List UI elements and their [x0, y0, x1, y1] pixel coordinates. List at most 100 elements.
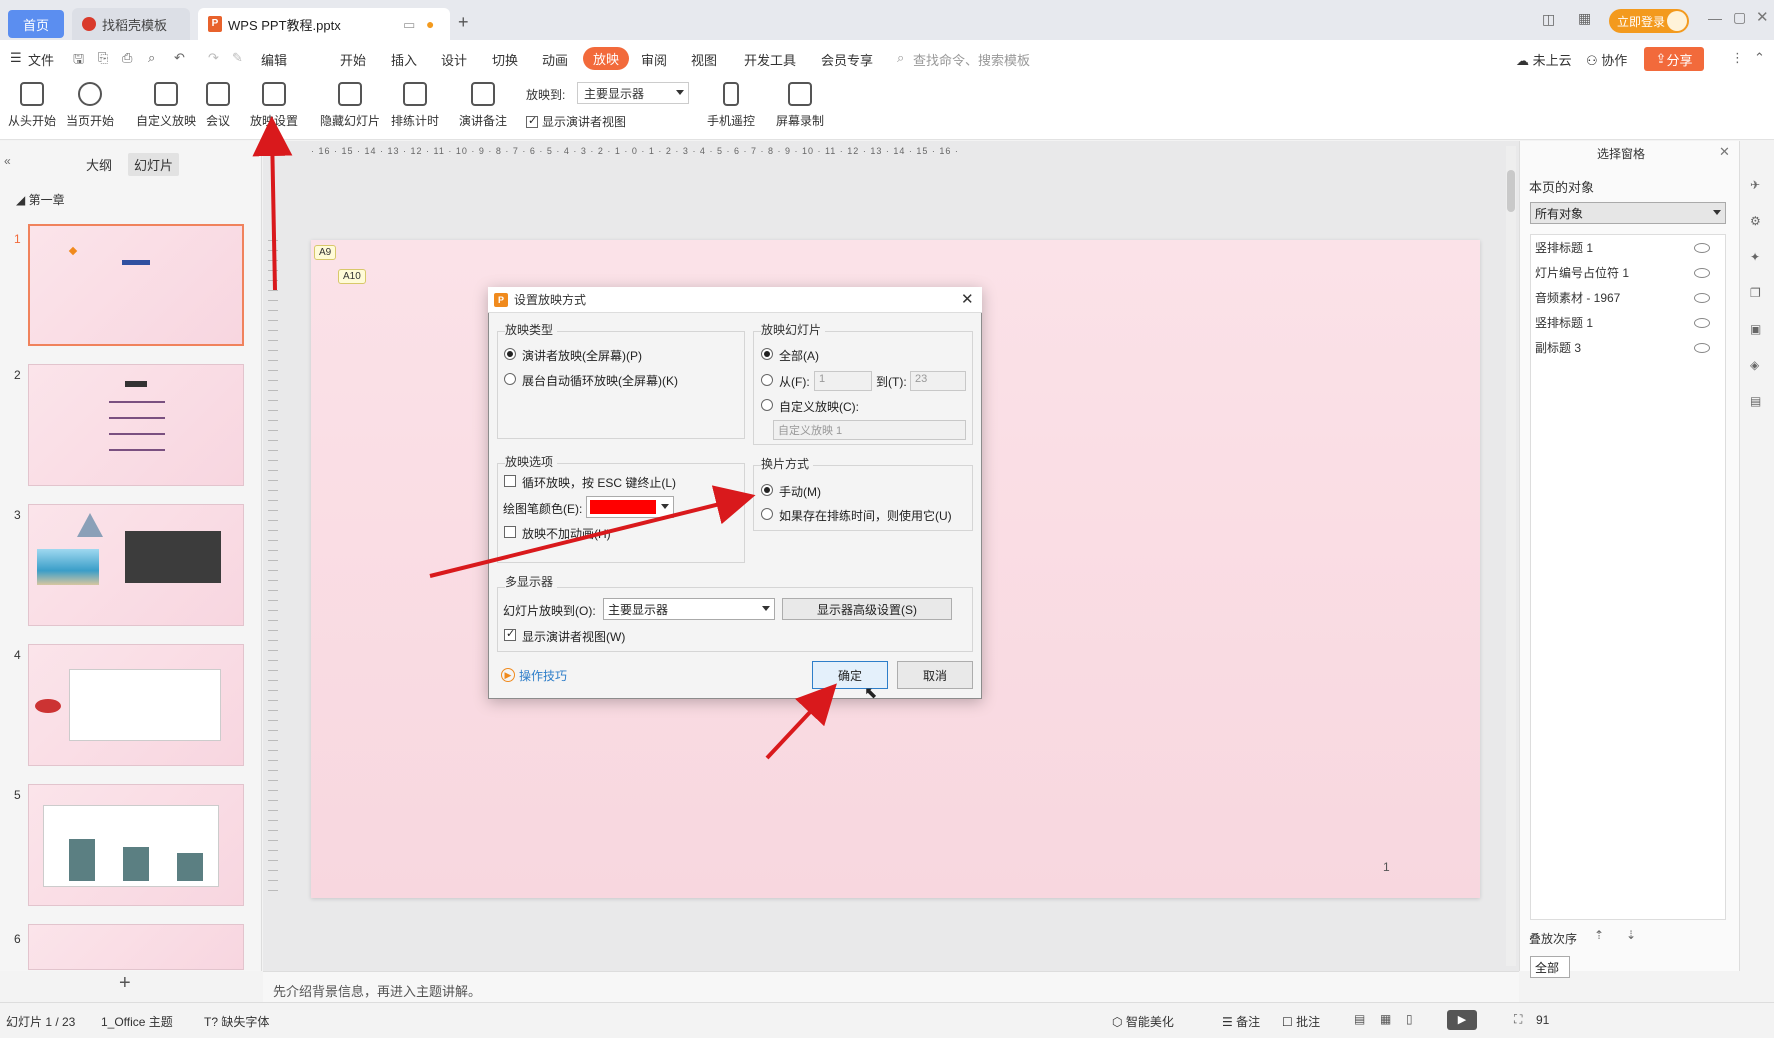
hamburger-icon[interactable]: ☰	[10, 50, 22, 66]
menu-transition[interactable]: 切换	[492, 50, 518, 69]
object-filter-select[interactable]: 所有对象	[1530, 202, 1726, 224]
all-slides-radio[interactable]	[761, 348, 773, 360]
comments-button[interactable]: ☐ 批注	[1282, 1013, 1320, 1030]
kiosk-radio[interactable]	[504, 373, 516, 385]
theme-name[interactable]: 1_Office 主题	[101, 1013, 173, 1030]
minimize-icon[interactable]: —	[1708, 10, 1722, 26]
dialog-close-icon[interactable]: ✕	[961, 290, 974, 308]
shape-icon[interactable]: ◈	[1750, 358, 1759, 372]
loop-checkbox[interactable]	[504, 475, 516, 487]
show-on-select[interactable]: 主要显示器	[603, 598, 775, 620]
notes-button[interactable]: ☰ 备注	[1222, 1013, 1260, 1030]
rocket-icon[interactable]: ✈	[1750, 178, 1760, 192]
menu-slideshow[interactable]: 放映	[583, 47, 630, 70]
missing-font[interactable]: T? 缺失字体	[204, 1013, 269, 1030]
eye-icon[interactable]	[1694, 318, 1710, 328]
presenter-view-checkbox[interactable]	[526, 114, 538, 128]
custom-show-select[interactable]: 自定义放映 1	[773, 420, 966, 440]
login-button[interactable]: 立即登录	[1609, 9, 1689, 33]
object-row[interactable]: 竖排标题 1	[1535, 314, 1593, 331]
book-icon[interactable]: ▤	[1750, 394, 1761, 408]
no-animation-checkbox[interactable]	[504, 526, 516, 538]
format-painter-icon[interactable]: ✎	[232, 50, 243, 66]
eye-icon[interactable]	[1694, 268, 1710, 278]
tab-slides[interactable]: 幻灯片	[128, 153, 180, 176]
section-header[interactable]: ◢ 第一章	[16, 191, 65, 208]
share-button[interactable]: ⇪ 分享	[1644, 47, 1704, 71]
collab-button[interactable]: ⚇ 协作	[1586, 50, 1627, 69]
speaker-notes-area[interactable]: 先介绍背景信息，再进入主题讲解。	[263, 971, 1519, 1002]
cloud-status[interactable]: ☁ 未上云	[1516, 50, 1572, 69]
to-input[interactable]: 23	[910, 371, 966, 391]
move-down-icon[interactable]: ⇣	[1626, 928, 1636, 942]
scrollbar-thumb[interactable]	[1507, 170, 1515, 212]
menu-review[interactable]: 审阅	[641, 50, 667, 69]
new-tab-icon[interactable]: +	[458, 12, 469, 33]
object-row[interactable]: 灯片编号占位符 1	[1535, 264, 1629, 281]
slide-thumbnail-5[interactable]	[28, 784, 244, 906]
from-start-button[interactable]: 从头开始	[8, 82, 56, 129]
manual-radio[interactable]	[761, 484, 773, 496]
close-window-icon[interactable]: ✕	[1756, 8, 1769, 26]
menu-home[interactable]: 开始	[340, 50, 366, 69]
more-icon[interactable]: ⋮	[1731, 50, 1744, 66]
maximize-icon[interactable]: ▢	[1733, 9, 1746, 26]
add-slide-icon[interactable]: +	[119, 972, 131, 995]
redo-icon[interactable]: ↷	[208, 50, 219, 66]
tab-document[interactable]: P WPS PPT教程.pptx ▭ ●	[198, 8, 450, 40]
monitor-icon[interactable]: ▭	[403, 17, 415, 33]
play-slideshow-icon[interactable]: ▶	[1447, 1010, 1477, 1030]
menu-file[interactable]: 文件	[28, 50, 54, 69]
from-current-button[interactable]: 当页开始	[66, 82, 114, 129]
show-to-select[interactable]: 主要显示器	[577, 82, 689, 104]
advanced-display-button[interactable]: 显示器高级设置(S)	[782, 598, 952, 620]
presenter-view-toggle[interactable]: 显示演讲者视图	[526, 113, 626, 130]
cancel-button[interactable]: 取消	[897, 661, 973, 689]
image-icon[interactable]: ▣	[1750, 322, 1761, 336]
use-timings-radio[interactable]	[761, 508, 773, 520]
from-input[interactable]: 1	[814, 371, 872, 391]
menu-animation[interactable]: 动画	[542, 50, 568, 69]
tab-template[interactable]: 找稻壳模板	[72, 8, 190, 40]
rehearse-button[interactable]: 排练计时	[391, 82, 439, 129]
tab-home[interactable]: 首页	[8, 10, 64, 38]
pin-icon[interactable]: ✦	[1750, 250, 1760, 264]
screen-record-button[interactable]: 屏幕录制	[776, 82, 824, 129]
collapse-panel-icon[interactable]: «	[4, 154, 11, 168]
move-up-icon[interactable]: ⇡	[1594, 928, 1604, 942]
from-radio[interactable]	[761, 374, 773, 386]
eye-icon[interactable]	[1694, 243, 1710, 253]
tips-link[interactable]: 操作技巧	[519, 667, 567, 684]
close-pane-icon[interactable]: ✕	[1719, 144, 1730, 160]
slide-thumbnail-2[interactable]	[28, 364, 244, 486]
menu-edit[interactable]: 编辑	[261, 50, 287, 69]
custom-show-button[interactable]: 自定义放映	[136, 82, 196, 129]
object-row[interactable]: 竖排标题 1	[1535, 239, 1593, 256]
undo-icon[interactable]: ↶	[174, 50, 185, 66]
object-row[interactable]: 副标题 3	[1535, 339, 1581, 356]
normal-view-icon[interactable]: ▤	[1354, 1012, 1365, 1026]
show-settings-button[interactable]: 放映设置	[250, 82, 298, 129]
slides-icon[interactable]: ❐	[1750, 286, 1761, 300]
slide-thumbnail-6[interactable]	[28, 924, 244, 970]
phone-remote-button[interactable]: 手机遥控	[707, 82, 755, 129]
reading-view-icon[interactable]: ▯	[1406, 1012, 1413, 1026]
custom-show-radio[interactable]	[761, 399, 773, 411]
export-icon[interactable]: ⎘	[98, 50, 108, 66]
hide-slide-button[interactable]: 隐藏幻灯片	[320, 82, 380, 129]
show-presenter-view-checkbox[interactable]	[504, 627, 516, 641]
menu-view[interactable]: 视图	[691, 50, 717, 69]
tab-outline[interactable]: 大纲	[86, 155, 112, 174]
slide-thumbnail-4[interactable]	[28, 644, 244, 766]
sliders-icon[interactable]: ⚙	[1750, 214, 1761, 228]
stack-all-button[interactable]: 全部	[1530, 956, 1570, 978]
menu-insert[interactable]: 插入	[391, 50, 417, 69]
command-search[interactable]: 查找命令、搜索模板	[913, 50, 1030, 69]
collapse-ribbon-icon[interactable]: ⌃	[1754, 50, 1765, 66]
vertical-scrollbar[interactable]	[1506, 146, 1516, 966]
object-row[interactable]: 音频素材 - 1967	[1535, 289, 1620, 306]
smart-beautify-button[interactable]: ⬡ 智能美化	[1112, 1013, 1174, 1030]
menu-member[interactable]: 会员专享	[821, 50, 873, 69]
save-icon[interactable]: 🖫	[73, 50, 84, 72]
presenter-full-radio[interactable]	[504, 348, 516, 360]
